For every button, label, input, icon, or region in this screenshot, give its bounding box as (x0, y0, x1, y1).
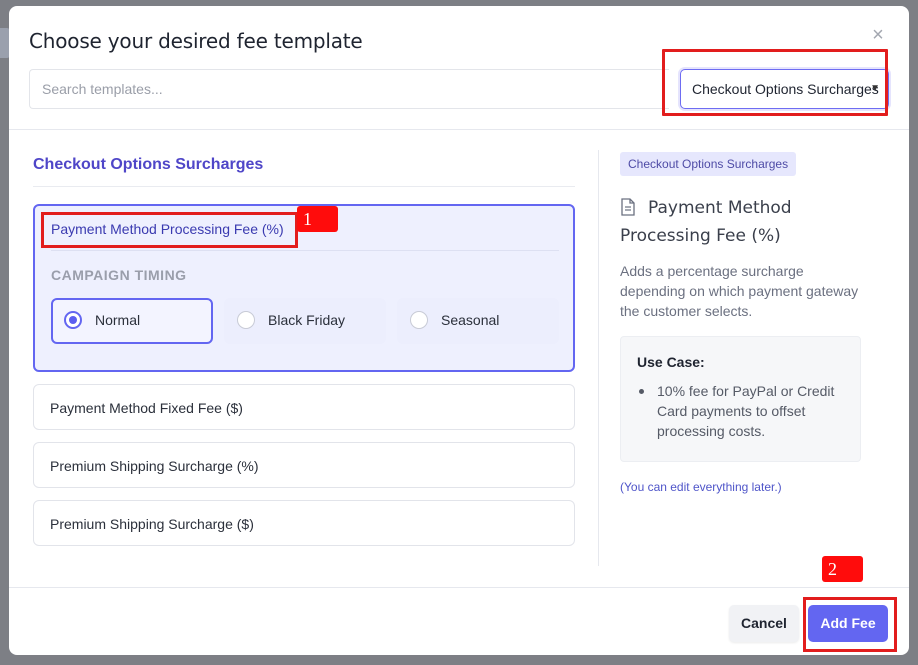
template-card-label: Premium Shipping Surcharge (%) (50, 458, 259, 474)
template-card-label: Payment Method Fixed Fee ($) (50, 400, 243, 416)
edit-note: (You can edit everything later.) (620, 480, 782, 494)
template-list-panel: Checkout Options Surcharges Payment Meth… (33, 156, 575, 546)
radio-option-normal[interactable]: Normal (51, 298, 213, 344)
use-case-list: 10% fee for PayPal or Credit Card paymen… (637, 381, 844, 441)
template-card-label: Payment Method Processing Fee (%) (51, 221, 284, 237)
campaign-timing-label: CAMPAIGN TIMING (51, 267, 187, 283)
add-fee-button[interactable]: Add Fee (808, 605, 888, 642)
radio-checked-icon (64, 311, 82, 329)
modal-title: Choose your desired fee template (29, 29, 363, 53)
radio-unchecked-icon (237, 311, 255, 329)
document-icon (621, 198, 635, 216)
radio-option-black-friday[interactable]: Black Friday (224, 298, 386, 344)
radio-unchecked-icon (410, 311, 428, 329)
template-detail-panel: Checkout Options Surcharges Payment Meth… (620, 152, 865, 494)
radio-label: Seasonal (441, 312, 500, 328)
detail-template-name: Payment Method Processing Fee (%) (620, 198, 792, 246)
use-case-box: Use Case: 10% fee for PayPal or Credit C… (620, 336, 861, 462)
annotation-step-badge: 2 (822, 556, 863, 582)
template-card[interactable]: Payment Method Fixed Fee ($) (33, 384, 575, 430)
column-divider (598, 150, 599, 566)
modal-footer: Cancel Add Fee (9, 587, 909, 655)
template-card[interactable]: Premium Shipping Surcharge ($) (33, 500, 575, 546)
category-tag: Checkout Options Surcharges (620, 152, 797, 176)
use-case-title: Use Case: (637, 354, 705, 370)
annotation-highlight-box (662, 49, 888, 116)
close-icon[interactable]: × (869, 25, 887, 45)
template-card-label: Premium Shipping Surcharge ($) (50, 516, 254, 532)
search-input[interactable] (29, 69, 669, 109)
use-case-item: 10% fee for PayPal or Credit Card paymen… (637, 381, 844, 441)
divider (51, 250, 559, 251)
template-card[interactable]: Premium Shipping Surcharge (%) (33, 442, 575, 488)
detail-title: Payment Method Processing Fee (%) (620, 194, 860, 250)
cancel-button[interactable]: Cancel (729, 605, 799, 642)
annotation-step-badge: 1 (297, 206, 338, 232)
radio-label: Normal (95, 312, 141, 328)
radio-label: Black Friday (268, 312, 346, 328)
radio-option-seasonal[interactable]: Seasonal (397, 298, 559, 344)
detail-description: Adds a percentage surcharge depending on… (620, 263, 859, 319)
section-title: Checkout Options Surcharges (33, 156, 575, 187)
